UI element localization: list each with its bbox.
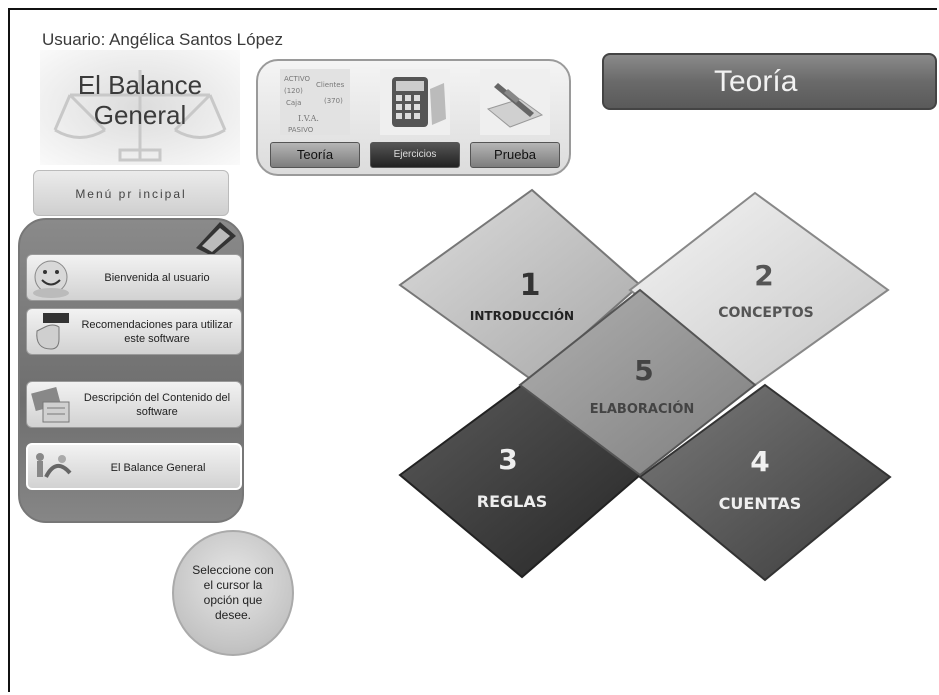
main-toolbar: ACTIVO (120) Clientes Caja (370) I.V.A. … [256,59,571,176]
menu-item-label: Descripción del Contenido del software [83,391,231,418]
menu-item-bienvenida[interactable]: Bienvenida al usuario [26,254,242,301]
topic-number: 1 [520,268,541,303]
hint-bubble: Seleccione con el cursor la opción que d… [172,530,294,656]
app-title: El Balance General [77,70,203,130]
svg-text:I.V.A.: I.V.A. [298,114,319,123]
section-title: Teoría [714,65,798,98]
topic-label: ELABORACIÓN [590,401,695,417]
title-block: El Balance General [40,50,240,165]
film-reel-icon [196,222,236,256]
people-scale-icon [30,447,74,488]
ejercicios-button[interactable]: Ejercicios [370,142,460,168]
topic-label: INTRODUCCIÓN [470,308,574,323]
topics-diagram: 1 INTRODUCCIÓN 2 CONCEPTOS 3 REGLAS 4 CU… [398,188,892,582]
user-label: Usuario: Angélica Santos López [42,30,283,49]
menu-item-balance-general[interactable]: El Balance General [26,443,242,490]
menu-panel: Bienvenida al usuario Recomendaciones pa… [18,218,244,523]
topic-number: 4 [750,445,769,478]
menu-item-label: Bienvenida al usuario [104,271,210,284]
documents-icon [29,384,73,425]
teoria-button[interactable]: Teoría [270,142,360,168]
menu-header: Menú pr incipal [33,170,229,216]
tool-ejercicios[interactable]: Ejercicios [370,69,460,169]
pen-paper-icon [480,69,550,135]
topic-number: 2 [754,259,773,292]
menu-item-label: El Balance General [110,461,206,474]
topic-number: 3 [498,443,517,476]
topic-label: REGLAS [477,492,547,511]
topic-label: CONCEPTOS [718,305,814,321]
topic-label: CUENTAS [719,494,802,513]
smiley-icon [29,257,73,298]
section-header: Teoría [602,53,937,110]
calculator-icon [380,69,450,135]
svg-text:Caja: Caja [286,99,301,107]
menu-item-descripcion[interactable]: Descripción del Contenido del software [26,381,242,428]
svg-text:PASIVO: PASIVO [288,126,314,134]
svg-text:ACTIVO: ACTIVO [284,75,311,83]
hand-pointer-icon [29,311,73,352]
menu-item-label: Recomendaciones para utilizar este softw… [81,318,233,345]
tool-teoria[interactable]: ACTIVO (120) Clientes Caja (370) I.V.A. … [270,69,360,169]
prueba-button[interactable]: Prueba [470,142,560,168]
accounting-terms-icon: ACTIVO (120) Clientes Caja (370) I.V.A. … [280,69,350,135]
svg-text:Clientes: Clientes [316,81,345,89]
svg-text:(120): (120) [284,87,303,95]
topic-number: 5 [634,354,653,387]
svg-text:(370): (370) [324,97,343,105]
tool-prueba[interactable]: Prueba [470,69,560,169]
menu-item-recomendaciones[interactable]: Recomendaciones para utilizar este softw… [26,308,242,355]
